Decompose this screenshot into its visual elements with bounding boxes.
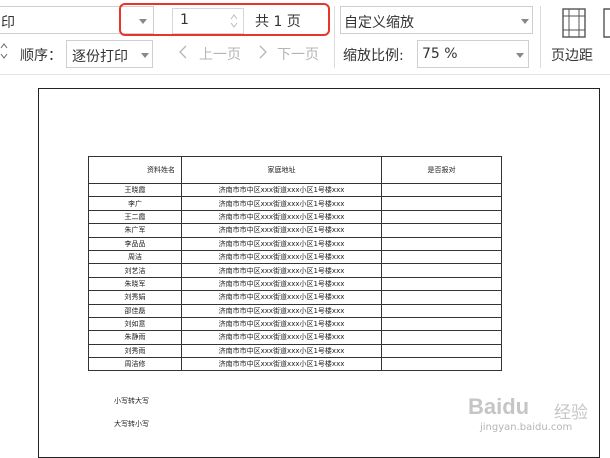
- address-cell: 济南市市中区xxx街道xxx小区1号楼xxx: [181, 249, 382, 265]
- column-header: 资料姓名: [88, 156, 182, 184]
- chevron-left-icon: [179, 45, 187, 59]
- table-row: 朱晓军 济南市市中区xxx街道xxx小区1号楼xxx: [88, 276, 502, 292]
- zoom-mode-value: 自定义缩放: [344, 15, 414, 31]
- order-select[interactable]: 逐份打印: [66, 40, 153, 68]
- address-cell: 济南市市中区xxx街道xxx小区1号楼xxx: [181, 357, 382, 372]
- page-orientation-icon: [603, 8, 610, 38]
- order-select-value: 逐份打印: [72, 49, 128, 65]
- prev-page-button[interactable]: 上一页: [178, 42, 248, 63]
- table-row: 周洁 济南市市中区xxx街道xxx小区1号楼xxx: [88, 249, 502, 265]
- name-cell: 刘秀娟: [88, 290, 182, 305]
- table-row: 周洁修 济南市市中区xxx街道xxx小区1号楼xxx: [88, 357, 502, 372]
- printer-select-label: 印: [1, 15, 15, 31]
- address-cell: 济南市市中区xxx街道xxx小区1号楼xxx: [181, 343, 382, 359]
- status-cell: [381, 357, 502, 372]
- table-header-row: 资料姓名 家庭地址 是否报对: [88, 156, 502, 184]
- column-header: 是否报对: [381, 156, 502, 184]
- baidu-jingyan-watermark: Baidu 经验 jingyan.baidu.com: [468, 390, 608, 442]
- name-cell: 周洁修: [88, 357, 182, 372]
- page-margin-label: 页边距: [551, 48, 593, 64]
- name-cell: 李广: [88, 196, 182, 211]
- status-cell: [381, 263, 502, 278]
- name-cell: 刘如意: [88, 316, 182, 332]
- address-cell: 济南市市中区xxx街道xxx小区1号楼xxx: [181, 209, 382, 225]
- address-cell: 济南市市中区xxx街道xxx小区1号楼xxx: [181, 263, 382, 278]
- chevron-right-icon: [259, 45, 267, 59]
- name-cell: 李品品: [88, 236, 182, 251]
- address-cell: 济南市市中区xxx街道xxx小区1号楼xxx: [181, 196, 382, 211]
- status-cell: [381, 316, 502, 332]
- status-cell: [381, 330, 502, 345]
- toolbar-divider: [540, 6, 541, 68]
- status-cell: [381, 223, 502, 238]
- chevron-down-icon: [521, 19, 529, 24]
- print-preview-toolbar: 印 顺序： 逐份打印 1 共 1 页 上一页 下一页 自定义缩放 缩放比例: 7…: [0, 0, 610, 75]
- order-label: 顺序：: [20, 48, 62, 64]
- status-cell: [381, 303, 502, 318]
- chevron-down-icon: [516, 53, 524, 58]
- status-cell: [381, 236, 502, 251]
- table-row: 李广 济南市市中区xxx街道xxx小区1号楼xxx: [88, 196, 502, 211]
- column-header: 家庭地址: [181, 156, 382, 184]
- page-orientation-button[interactable]: [603, 8, 610, 58]
- status-cell: [381, 290, 502, 305]
- note-small-to-big: 小写转大写: [114, 397, 149, 405]
- chevron-down-icon: [141, 53, 149, 58]
- preview-table: 资料姓名 家庭地址 是否报对 王晓霞 济南市市中区xxx街道xxx小区1号楼xxx…: [88, 156, 502, 372]
- status-cell: [381, 196, 502, 211]
- page-margin-icon: [562, 8, 586, 38]
- address-cell: 济南市市中区xxx街道xxx小区1号楼xxx: [181, 182, 382, 198]
- note-big-to-small: 大写转小写: [114, 420, 149, 428]
- zoom-ratio-label: 缩放比例:: [343, 48, 404, 64]
- table-row: 朱广军 济南市市中区xxx街道xxx小区1号楼xxx: [88, 223, 502, 238]
- copies-stepper-fragment[interactable]: [0, 40, 8, 62]
- status-cell: [381, 343, 502, 359]
- table-row: 李品品 济南市市中区xxx街道xxx小区1号楼xxx: [88, 236, 502, 251]
- address-cell: 济南市市中区xxx街道xxx小区1号楼xxx: [181, 236, 382, 251]
- address-cell: 济南市市中区xxx街道xxx小区1号楼xxx: [181, 290, 382, 305]
- name-cell: 刘秀雨: [88, 343, 182, 359]
- toolbar-divider: [334, 6, 335, 68]
- zoom-ratio-value: 75 %: [422, 46, 458, 62]
- next-page-label: 下一页: [277, 47, 319, 63]
- table-row: 王二霞 济南市市中区xxx街道xxx小区1号楼xxx: [88, 209, 502, 225]
- name-cell: 朱静雨: [88, 330, 182, 345]
- address-cell: 济南市市中区xxx街道xxx小区1号楼xxx: [181, 330, 382, 345]
- table-row: 刘秀娟 济南市市中区xxx街道xxx小区1号楼xxx: [88, 290, 502, 305]
- name-cell: 周洁: [88, 249, 182, 265]
- name-cell: 刘艺洁: [88, 263, 182, 278]
- zoom-mode-select[interactable]: 自定义缩放: [340, 6, 533, 34]
- table-row: 邵佳磊 济南市市中区xxx街道xxx小区1号楼xxx: [88, 303, 502, 318]
- address-cell: 济南市市中区xxx街道xxx小区1号楼xxx: [181, 303, 382, 318]
- address-cell: 济南市市中区xxx街道xxx小区1号楼xxx: [181, 223, 382, 238]
- next-page-button[interactable]: 下一页: [258, 42, 328, 63]
- page-margin-button[interactable]: 页边距: [548, 6, 600, 68]
- name-cell: 王晓霞: [88, 182, 182, 198]
- address-cell: 济南市市中区xxx街道xxx小区1号楼xxx: [181, 316, 382, 332]
- table-row: 王晓霞 济南市市中区xxx街道xxx小区1号楼xxx: [88, 182, 502, 198]
- name-cell: 朱广军: [88, 223, 182, 238]
- watermark-url: jingyan.baidu.com: [480, 422, 573, 433]
- zoom-ratio-select[interactable]: 75 %: [417, 40, 529, 68]
- status-cell: [381, 249, 502, 265]
- prev-page-label: 上一页: [199, 47, 241, 63]
- stepper-arrows-icon: [0, 43, 8, 59]
- watermark-brand-cn: 经验: [554, 403, 588, 423]
- name-cell: 王二霞: [88, 209, 182, 225]
- table-row: 朱静雨 济南市市中区xxx街道xxx小区1号楼xxx: [88, 330, 502, 345]
- name-cell: 朱晓军: [88, 276, 182, 292]
- name-cell: 邵佳磊: [88, 303, 182, 318]
- page-navigator-highlight: [119, 3, 330, 36]
- address-cell: 济南市市中区xxx街道xxx小区1号楼xxx: [181, 276, 382, 292]
- status-cell: [381, 209, 502, 225]
- table-row: 刘秀雨 济南市市中区xxx街道xxx小区1号楼xxx: [88, 343, 502, 359]
- table-row: 刘如意 济南市市中区xxx街道xxx小区1号楼xxx: [88, 316, 502, 332]
- status-cell: [381, 182, 502, 198]
- watermark-brand: Baidu: [468, 394, 530, 419]
- table-row: 刘艺洁 济南市市中区xxx街道xxx小区1号楼xxx: [88, 263, 502, 278]
- status-cell: [381, 276, 502, 292]
